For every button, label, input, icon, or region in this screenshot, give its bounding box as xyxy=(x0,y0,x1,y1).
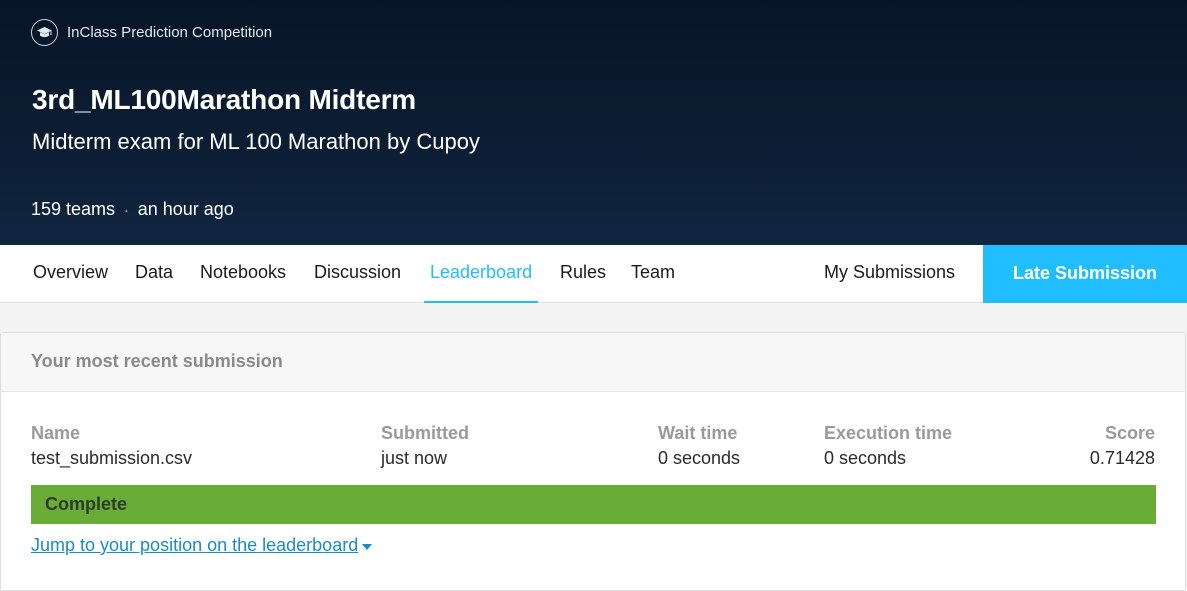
competition-nav: Overview Data Notebooks Discussion Leade… xyxy=(0,245,1187,303)
submission-execution-column: Execution time 0 seconds xyxy=(824,423,952,469)
tab-discussion[interactable]: Discussion xyxy=(314,245,401,303)
competition-header: InClass Prediction Competition 3rd_ML100… xyxy=(0,0,1187,245)
competition-type-label: InClass Prediction Competition xyxy=(67,24,273,41)
submission-submitted-column: Submitted just now xyxy=(381,423,469,469)
competition-title: 3rd_ML100Marathon Midterm xyxy=(32,84,416,115)
tab-notebooks[interactable]: Notebooks xyxy=(200,245,286,303)
team-count: 159 teams xyxy=(31,199,116,219)
tab-data[interactable]: Data xyxy=(135,245,173,303)
card-title: Your most recent submission xyxy=(1,333,1185,392)
submitted-value: just now xyxy=(381,448,448,468)
jump-link-label[interactable]: Jump to your position on the leaderboard xyxy=(31,535,358,556)
submission-name-column: Name test_submission.csv xyxy=(31,423,192,469)
last-updated: an hour ago xyxy=(137,199,234,219)
wait-time-label: Wait time xyxy=(658,423,738,443)
competition-meta: 159 teams · an hour ago xyxy=(31,199,234,220)
tab-overview[interactable]: Overview xyxy=(33,245,108,303)
score-value: 0.71428 xyxy=(1089,448,1155,468)
name-value: test_submission.csv xyxy=(31,448,193,468)
competition-type: InClass Prediction Competition xyxy=(31,19,272,46)
execution-time-label: Execution time xyxy=(824,423,953,443)
caret-down-icon[interactable] xyxy=(362,543,373,550)
name-label: Name xyxy=(31,423,81,443)
tab-team[interactable]: Team xyxy=(631,245,675,303)
late-submission-button[interactable]: Late Submission xyxy=(983,245,1187,303)
tab-leaderboard[interactable]: Leaderboard xyxy=(423,245,539,303)
graduation-cap-icon xyxy=(31,19,58,46)
jump-to-leaderboard-link[interactable]: Jump to your position on the leaderboard xyxy=(31,535,373,556)
recent-submission-card: Your most recent submission Name test_su… xyxy=(0,332,1186,591)
competition-subtitle: Midterm exam for ML 100 Marathon by Cupo… xyxy=(32,129,480,154)
submission-wait-column: Wait time 0 seconds xyxy=(658,423,740,469)
meta-separator: · xyxy=(124,201,129,218)
score-label: Score xyxy=(1104,423,1155,443)
execution-time-value: 0 seconds xyxy=(824,448,907,468)
status-badge: Complete xyxy=(31,485,1156,524)
wait-time-value: 0 seconds xyxy=(658,448,741,468)
my-submissions-link[interactable]: My Submissions xyxy=(824,245,955,303)
submission-score-column: Score 0.71428 xyxy=(1090,423,1155,469)
tab-rules[interactable]: Rules xyxy=(560,245,606,303)
submitted-label: Submitted xyxy=(381,423,469,443)
